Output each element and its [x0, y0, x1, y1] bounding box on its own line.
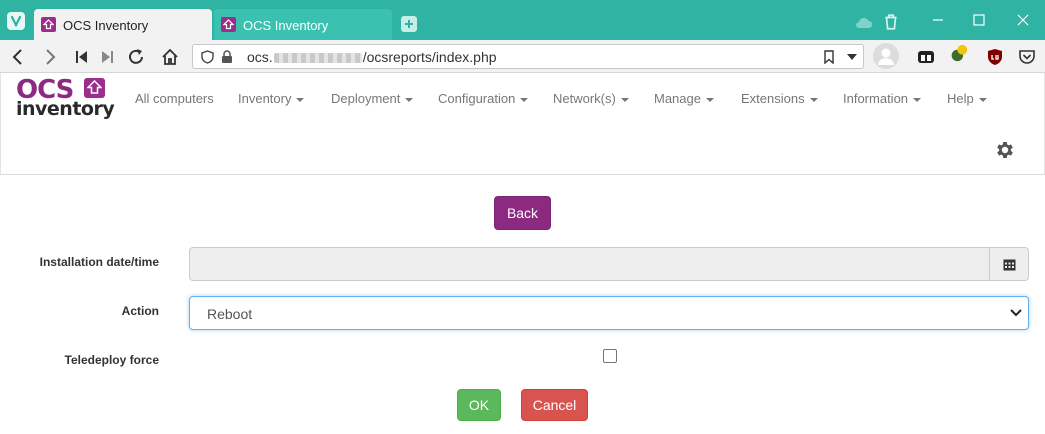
installation-date-input[interactable]: [189, 247, 990, 281]
browser-toolbar: ocs. /ocsreports/index.php: [0, 40, 1045, 73]
ok-button[interactable]: OK: [457, 389, 501, 421]
shield-icon[interactable]: [201, 50, 214, 64]
tab-label: OCS Inventory: [243, 18, 329, 33]
pocket-icon[interactable]: [1018, 48, 1036, 66]
menu-networks[interactable]: Network(s): [553, 91, 629, 106]
caret-down-icon: [978, 97, 987, 102]
logo-inventory-text: inventory: [16, 98, 115, 120]
menu-inventory[interactable]: Inventory: [238, 91, 305, 106]
menu-label: Extensions: [741, 91, 805, 106]
menu-label: Information: [843, 91, 909, 106]
caret-down-icon: [520, 97, 529, 102]
cloud-sync-icon[interactable]: [855, 14, 873, 32]
menu-information[interactable]: Information: [843, 91, 922, 106]
ocs-favicon-icon: [41, 17, 56, 32]
caret-down-icon: [296, 97, 305, 102]
reload-icon[interactable]: [126, 47, 146, 67]
teledeploy-force-label: Teledeploy force: [64, 353, 159, 367]
chevron-down-icon[interactable]: [847, 54, 857, 60]
menu-label: Network(s): [553, 91, 616, 106]
back-button-label: Back: [506, 205, 539, 221]
caret-down-icon: [913, 97, 922, 102]
action-select[interactable]: Reboot: [189, 296, 1029, 330]
action-selected-value: Reboot: [207, 306, 253, 322]
caret-down-icon: [405, 97, 414, 102]
trash-icon[interactable]: [882, 13, 900, 31]
app-navbar: OCS inventory All computers Inventory De…: [0, 73, 1045, 175]
new-tab-icon[interactable]: [401, 16, 417, 32]
close-window-icon[interactable]: [1014, 11, 1032, 29]
menu-manage[interactable]: Manage: [654, 91, 714, 106]
redacted-hostname: [273, 53, 362, 64]
cancel-button[interactable]: Cancel: [521, 389, 588, 421]
url-prefix: ocs.: [247, 49, 273, 65]
upload-arrow-icon: [84, 78, 105, 98]
ok-button-label: OK: [468, 397, 490, 413]
lock-icon: [222, 50, 232, 63]
menu-label: All computers: [135, 91, 214, 106]
rewind-icon[interactable]: [72, 47, 92, 67]
menu-help[interactable]: Help: [947, 91, 987, 106]
url-text: ocs. /ocsreports/index.php: [247, 49, 497, 65]
minimize-icon[interactable]: [929, 11, 947, 29]
menu-deployment[interactable]: Deployment: [331, 91, 414, 106]
installation-date-label: Installation date/time: [39, 255, 159, 269]
menu-all-computers[interactable]: All computers: [135, 91, 214, 106]
menu-configuration[interactable]: Configuration: [438, 91, 529, 106]
caret-down-icon: [620, 97, 629, 102]
browser-tab-bar: OCS Inventory OCS Inventory: [0, 0, 1045, 40]
address-bar[interactable]: ocs. /ocsreports/index.php: [192, 44, 864, 69]
maximize-icon[interactable]: [970, 11, 988, 29]
menu-label: Inventory: [238, 91, 292, 106]
tab-ocs-inventory-2[interactable]: OCS Inventory: [214, 9, 392, 40]
menu-label: Help: [947, 91, 974, 106]
tab-ocs-inventory-1[interactable]: OCS Inventory: [34, 9, 212, 40]
notification-extension-icon[interactable]: [950, 44, 968, 62]
tab-label: OCS Inventory: [63, 18, 149, 33]
profile-avatar[interactable]: [873, 43, 899, 69]
ocs-favicon-icon: [221, 17, 236, 32]
vivaldi-menu-icon[interactable]: [7, 12, 25, 30]
menu-extensions[interactable]: Extensions: [741, 91, 818, 106]
caret-down-icon: [705, 97, 714, 102]
menu-label: Manage: [654, 91, 701, 106]
action-label: Action: [121, 304, 159, 318]
calendar-icon: [1003, 259, 1016, 271]
calendar-button[interactable]: [989, 247, 1029, 281]
ublock-origin-icon[interactable]: [986, 48, 1004, 66]
url-path: /ocsreports/index.php: [362, 49, 497, 65]
ocs-logo[interactable]: OCS inventory: [16, 77, 116, 119]
caret-down-icon: [809, 97, 818, 102]
menu-label: Deployment: [331, 91, 401, 106]
menu-label: Configuration: [438, 91, 516, 106]
tab-manager-extension-icon[interactable]: [917, 48, 935, 66]
back-button[interactable]: Back: [494, 196, 551, 230]
forward-arrow-icon[interactable]: [40, 47, 60, 67]
back-arrow-icon[interactable]: [8, 47, 28, 67]
fast-forward-icon[interactable]: [97, 47, 117, 67]
cancel-button-label: Cancel: [532, 397, 577, 413]
bookmark-icon[interactable]: [823, 50, 835, 64]
chevron-down-icon: [1010, 309, 1022, 317]
gear-icon[interactable]: [994, 139, 1016, 161]
home-icon[interactable]: [160, 47, 180, 67]
teledeploy-force-checkbox[interactable]: [603, 349, 617, 363]
